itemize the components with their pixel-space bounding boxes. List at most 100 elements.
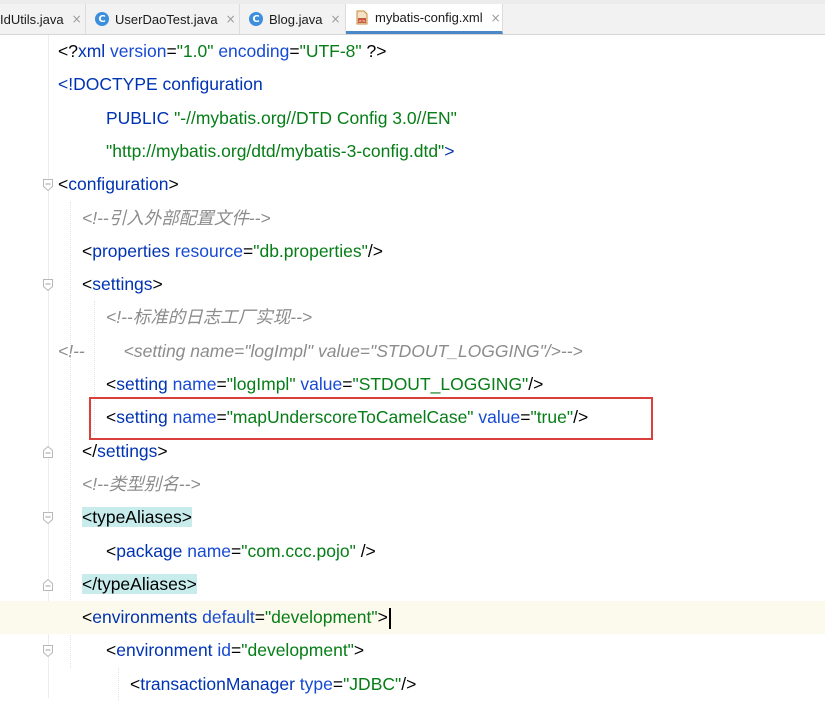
code-token: environments xyxy=(92,607,203,628)
code-text: <settings> xyxy=(82,268,163,301)
code-token: < xyxy=(106,374,117,394)
code-token: /> xyxy=(367,240,383,261)
code-line[interactable]: PUBLIC "-//mybatis.org//DTD Config 3.0//… xyxy=(0,102,825,135)
code-line[interactable]: </typeAliases> xyxy=(0,568,825,601)
code-token: "db.properties" xyxy=(253,240,368,261)
code-line[interactable]: <!--类型别名--> xyxy=(0,468,825,501)
code-token: name xyxy=(172,374,217,394)
code-text: <environments default="development"> xyxy=(82,601,391,634)
code-token: = xyxy=(332,673,344,694)
code-line[interactable]: <configuration> xyxy=(0,168,825,201)
code-line[interactable]: <settings> xyxy=(0,268,825,301)
code-token: "development" xyxy=(264,607,378,628)
editor-tab-bar: IdUtils.java × C UserDaoTest.java × C Blog.jav… xyxy=(0,4,825,35)
code-token: = xyxy=(231,540,242,561)
svg-text:<>: <> xyxy=(358,18,366,24)
code-token: value xyxy=(300,374,343,394)
code-token: > xyxy=(157,440,168,461)
code-token: ?> xyxy=(361,41,387,61)
code-token: < xyxy=(82,607,93,628)
code-token: "STDOUT_LOGGING" xyxy=(352,374,529,394)
code-token: < xyxy=(130,673,141,694)
code-token: default xyxy=(202,607,255,628)
code-text: <!--标准的日志工厂实现--> xyxy=(106,301,312,334)
tab-close-icon[interactable]: × xyxy=(72,12,82,26)
code-line[interactable]: <transactionManager type="JDBC"/> xyxy=(0,668,825,701)
code-line[interactable]: "http://mybatis.org/dtd/mybatis-3-config… xyxy=(0,135,825,168)
code-line[interactable]: <!--引入外部配置文件--> xyxy=(0,202,825,235)
fold-open-icon[interactable] xyxy=(42,644,54,658)
code-text: <properties resource="db.properties"/> xyxy=(82,235,383,268)
code-line[interactable]: <environment id="development"> xyxy=(0,634,825,667)
fold-close-icon[interactable] xyxy=(42,578,54,592)
code-token: type xyxy=(299,673,333,694)
code-token: id xyxy=(217,640,232,661)
fold-open-icon[interactable] xyxy=(42,278,54,292)
code-token: = xyxy=(289,41,300,61)
tab-label: Blog.java xyxy=(269,11,323,27)
code-line[interactable]: <package name="com.ccc.pojo" /> xyxy=(0,535,825,568)
code-token: "-//mybatis.org//DTD Config 3.0//EN" xyxy=(174,107,457,128)
code-token: properties xyxy=(92,240,175,261)
code-token: version xyxy=(110,41,167,61)
code-token: < xyxy=(106,640,117,661)
java-class-icon: C xyxy=(249,12,263,27)
code-token: <typeAliases> xyxy=(82,507,192,528)
tab-label: mybatis-config.xml xyxy=(375,10,483,25)
code-line[interactable]: <typeAliases> xyxy=(0,501,825,534)
tab-blog-java[interactable]: C Blog.java × xyxy=(240,4,346,34)
code-token: transactionManager xyxy=(140,673,300,694)
code-token: = xyxy=(342,374,353,394)
code-token: > xyxy=(152,274,163,295)
code-text: <!-- <setting name="logImpl" value="STDO… xyxy=(58,335,583,368)
code-editor[interactable]: <?xml version="1.0" encoding="UTF-8" ?> <… xyxy=(0,35,825,701)
code-token: resource xyxy=(174,240,244,261)
code-text: <transactionManager type="JDBC"/> xyxy=(130,668,416,701)
code-token: <!DOCTYPE configuration xyxy=(58,74,263,95)
tab-label: UserDaoTest.java xyxy=(115,11,218,27)
code-line[interactable]: <environments default="development"> xyxy=(0,601,825,635)
code-line[interactable]: <!--标准的日志工厂实现--> xyxy=(0,301,825,334)
code-line[interactable]: <!DOCTYPE configuration xyxy=(0,68,825,101)
code-text: <!--引入外部配置文件--> xyxy=(82,202,271,235)
code-token: encoding xyxy=(218,41,290,61)
code-token: <!-- <setting name="logImpl" value="STDO… xyxy=(58,340,583,361)
code-token: <!--引入外部配置文件--> xyxy=(82,207,271,228)
code-text: <configuration> xyxy=(58,168,179,201)
code-token: setting xyxy=(116,374,173,394)
code-text: <package name="com.ccc.pojo" /> xyxy=(106,535,376,568)
code-text: <environment id="development"> xyxy=(106,634,364,667)
xml-file-icon: <> xyxy=(355,10,369,25)
java-class-icon: C xyxy=(95,12,109,27)
code-token: package xyxy=(116,540,188,561)
code-text: <!--类型别名--> xyxy=(82,468,201,501)
code-token: = xyxy=(216,374,227,394)
tab-close-icon[interactable]: × xyxy=(330,12,340,26)
tab-mybatis-config-xml[interactable]: <> mybatis-config.xml × xyxy=(346,4,503,34)
code-token: environment xyxy=(116,640,218,661)
code-token: /> xyxy=(355,540,376,561)
code-token: < xyxy=(106,540,117,561)
code-token: "UTF-8" xyxy=(299,41,362,61)
fold-open-icon[interactable] xyxy=(42,178,54,192)
code-text: "http://mybatis.org/dtd/mybatis-3-config… xyxy=(106,135,455,168)
code-token: </typeAliases> xyxy=(82,573,197,594)
code-token: = xyxy=(231,640,242,661)
code-token: /> xyxy=(401,673,417,694)
code-token: "development" xyxy=(241,640,354,661)
code-token: <!--类型别名--> xyxy=(82,473,201,494)
code-line[interactable]: <properties resource="db.properties"/> xyxy=(0,235,825,268)
code-token: xml xyxy=(77,41,111,61)
fold-open-icon[interactable] xyxy=(42,511,54,525)
code-line[interactable]: <?xml version="1.0" encoding="UTF-8" ?> xyxy=(0,35,825,68)
tab-close-icon[interactable]: × xyxy=(491,11,501,25)
fold-close-icon[interactable] xyxy=(42,445,54,459)
code-token: "JDBC" xyxy=(343,673,402,694)
tab-userdaotest-java[interactable]: C UserDaoTest.java × xyxy=(86,4,240,34)
code-token: < xyxy=(82,274,93,295)
code-token: /> xyxy=(528,374,544,394)
tab-idutils-java[interactable]: IdUtils.java × xyxy=(0,4,86,34)
tab-close-icon[interactable]: × xyxy=(226,12,236,26)
code-token: > xyxy=(377,607,388,628)
code-line[interactable]: <!-- <setting name="logImpl" value="STDO… xyxy=(0,335,825,368)
